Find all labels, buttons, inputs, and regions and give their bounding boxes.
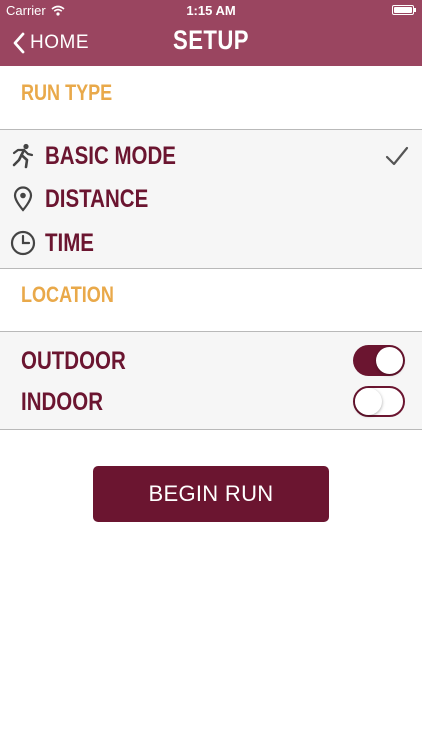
location-header: LOCATION — [0, 282, 422, 308]
run-type-header: RUN TYPE — [0, 80, 422, 106]
top-bar: Carrier 1:15 AM HOME SETUP — [0, 0, 422, 66]
outdoor-toggle[interactable] — [353, 345, 405, 376]
navigation-bar: HOME SETUP — [0, 22, 422, 66]
clock-icon — [10, 230, 36, 256]
chevron-left-icon — [13, 32, 25, 54]
runner-icon — [12, 143, 34, 169]
run-type-label: BASIC MODE — [45, 141, 176, 170]
location-options: OUTDOOR INDOOR — [0, 331, 422, 430]
run-type-header-label: RUN TYPE — [21, 80, 113, 105]
run-type-time[interactable]: TIME — [0, 223, 422, 263]
page-title: SETUP — [173, 25, 249, 55]
run-type-basic-mode[interactable]: BASIC MODE — [0, 136, 422, 176]
run-type-distance[interactable]: DISTANCE — [0, 179, 422, 219]
run-type-label: TIME — [45, 228, 94, 257]
toggle-knob — [376, 347, 403, 374]
location-outdoor: OUTDOOR — [0, 341, 422, 381]
checkmark-icon — [385, 146, 409, 166]
location-header-label: LOCATION — [21, 282, 114, 307]
location-pin-icon — [13, 186, 33, 212]
run-type-label: DISTANCE — [45, 184, 149, 213]
location-label: INDOOR — [21, 387, 103, 416]
location-label: OUTDOOR — [21, 346, 126, 375]
status-bar: Carrier 1:15 AM — [0, 0, 422, 22]
toggle-knob — [355, 388, 382, 415]
run-type-options: BASIC MODE DISTANCE TIME — [0, 129, 422, 269]
battery-icon — [392, 5, 416, 15]
status-time: 1:15 AM — [186, 3, 236, 18]
begin-run-button[interactable]: BEGIN RUN — [93, 466, 329, 522]
location-indoor: INDOOR — [0, 382, 422, 422]
indoor-toggle[interactable] — [353, 386, 405, 417]
